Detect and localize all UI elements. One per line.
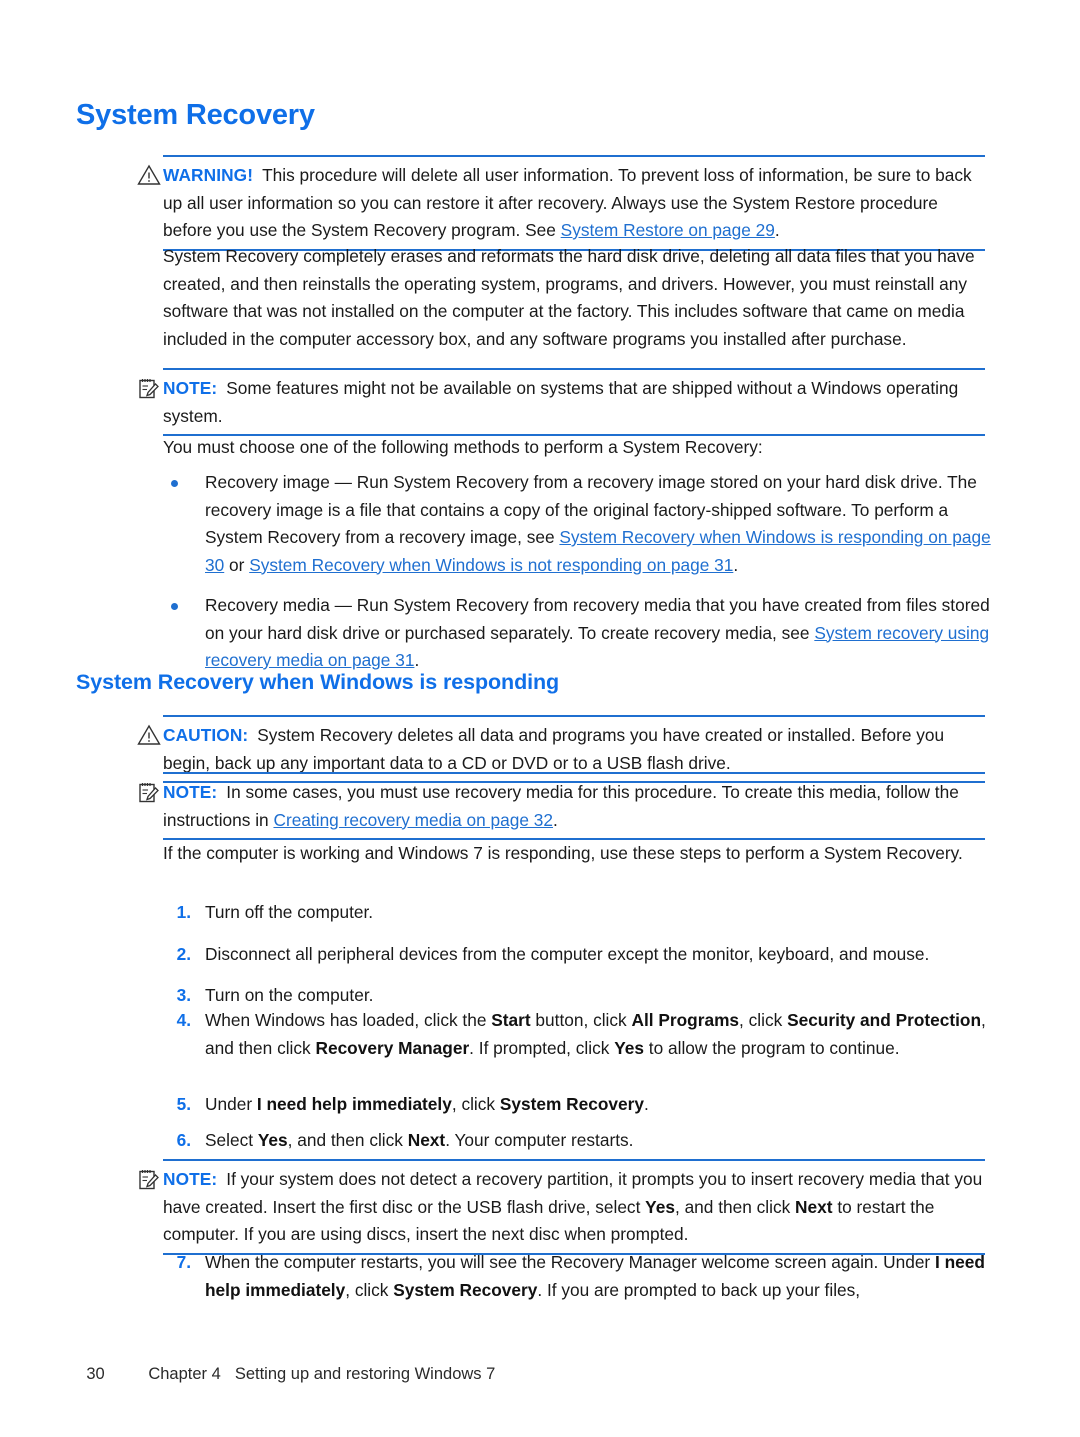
- step-number: 4.: [176, 1010, 191, 1030]
- step-7-p1: When the computer restarts, you will see…: [205, 1252, 935, 1272]
- warning-body: WARNING! This procedure will delete all u…: [163, 155, 985, 251]
- list-item: Recovery image — Run System Recovery fro…: [163, 469, 993, 579]
- step-6-p2: , and then click: [287, 1130, 408, 1150]
- note-label-1: NOTE:: [163, 378, 218, 398]
- bullet-2-text-3: .: [414, 650, 420, 670]
- footer-chapter-title: Setting up and restoring Windows 7: [234, 1365, 496, 1383]
- step-5-b2: System Recovery: [499, 1094, 644, 1114]
- step-number: 7.: [176, 1252, 191, 1272]
- warning-label: WARNING!: [163, 165, 254, 185]
- step-7-p2: , click: [345, 1279, 394, 1300]
- list-item: 4. When Windows has loaded, click the St…: [163, 1007, 993, 1062]
- list-item: 5. Under I need help immediately, click …: [163, 1091, 993, 1119]
- note-3-b1: Yes: [645, 1196, 675, 1217]
- step-5-p3: .: [643, 1094, 649, 1114]
- step-6-p1: Select: [205, 1130, 258, 1150]
- step-7-p3: . If you are prompted to back up your fi…: [537, 1279, 861, 1300]
- note-admonition-3: NOTE: If your system does not detect a re…: [137, 1159, 985, 1255]
- step-5-p1: Under: [205, 1094, 257, 1114]
- intro-paragraph: System Recovery completely erases and re…: [163, 246, 975, 349]
- footer-chapter: Chapter 4: [148, 1365, 221, 1383]
- step-4-p6: to allow the program to continue.: [644, 1037, 900, 1058]
- list-item: 2. Disconnect all peripheral devices fro…: [163, 941, 993, 969]
- list-item: 1. Turn off the computer.: [163, 899, 993, 927]
- list-item: Recovery media — Run System Recovery fro…: [163, 592, 993, 675]
- step-4-p2: button, click: [530, 1010, 632, 1030]
- list-item: 3. Turn on the computer.: [163, 982, 993, 1010]
- step-4-b5: Yes: [614, 1037, 644, 1058]
- step-4-p1: When Windows has loaded, click the: [205, 1010, 492, 1030]
- page-footer: 30 Chapter 4 Setting up and restoring Wind…: [68, 1346, 495, 1403]
- warning-text-tail: .: [774, 220, 780, 240]
- methods-lead-in: You must choose one of the following met…: [163, 437, 763, 457]
- note-text-2b: .: [553, 809, 558, 830]
- bullet-1-text-3: .: [733, 554, 739, 575]
- step-number: 3.: [176, 985, 191, 1005]
- caution-text: System Recovery deletes all data and pro…: [163, 725, 945, 773]
- step-text: Turn off the computer.: [205, 902, 374, 922]
- note-pad-icon: [137, 1167, 161, 1191]
- bullet-1-text-2: or: [224, 554, 250, 575]
- link-system-restore-page-29[interactable]: System Restore on page 29: [561, 220, 775, 240]
- step-text: Disconnect all peripheral devices from t…: [205, 943, 930, 964]
- note-body-1: NOTE: Some features might not be availabl…: [163, 368, 985, 436]
- caution-label: CAUTION:: [163, 725, 249, 745]
- step-6-p3: . Your computer restarts.: [445, 1130, 634, 1150]
- note-3-b2: Next: [795, 1196, 833, 1217]
- document-page: System Recovery WARNING! This procedure w…: [0, 0, 1080, 1437]
- step-4-b4: Recovery Manager: [315, 1037, 470, 1058]
- list-item: 6. Select Yes, and then click Next. Your…: [163, 1127, 993, 1155]
- step-4-p3: , click: [739, 1010, 788, 1030]
- step-4-p5: . If prompted, click: [469, 1037, 615, 1058]
- link-system-recovery-windows-not-responding-page-31[interactable]: System Recovery when Windows is not resp…: [249, 555, 733, 575]
- step-5-b1: I need help immediately: [256, 1094, 452, 1114]
- warning-triangle-icon: [137, 723, 161, 747]
- step-4-b1: Start: [491, 1010, 531, 1030]
- link-creating-recovery-media-page-32[interactable]: Creating recovery media on page 32: [273, 810, 553, 830]
- note-3-p2: , and then click: [674, 1196, 796, 1217]
- footer-page-number: 30: [86, 1365, 105, 1383]
- step-5-p2: , click: [451, 1094, 500, 1114]
- step-4-b2: All Programs: [631, 1010, 740, 1030]
- note-text-1: Some features might not be available on …: [163, 378, 959, 426]
- step-6-b1: Yes: [257, 1130, 288, 1150]
- note-pad-icon: [137, 780, 161, 804]
- note-admonition-2: NOTE: In some cases, you must use recover…: [137, 772, 985, 840]
- note-label-2: NOTE:: [163, 782, 218, 802]
- warning-triangle-icon: [137, 163, 161, 187]
- step-text: Turn on the computer.: [205, 985, 374, 1005]
- step-6-b2: Next: [407, 1130, 446, 1150]
- note-body-3: NOTE: If your system does not detect a re…: [163, 1159, 985, 1255]
- step-7-b2: System Recovery: [393, 1279, 538, 1300]
- note-label-3: NOTE:: [163, 1169, 218, 1189]
- step-number: 6.: [176, 1130, 191, 1150]
- list-item: 7. When the computer restarts, you will …: [163, 1249, 993, 1304]
- note-pad-icon: [137, 376, 161, 400]
- methods-bullet-list: Recovery image — Run System Recovery fro…: [163, 469, 993, 688]
- step-number: 5.: [176, 1094, 191, 1114]
- note-body-2: NOTE: In some cases, you must use recover…: [163, 772, 985, 840]
- step-4-b3: Security and Protection: [787, 1010, 982, 1030]
- recovery-step-4-wrapper: 4. When Windows has loaded, click the St…: [163, 1007, 993, 1076]
- step-number: 2.: [176, 943, 191, 964]
- bullet-dot-icon: [171, 480, 178, 487]
- recovery-steps-list-part1: 1. Turn off the computer. 2. Disconnect …: [163, 899, 993, 1024]
- page-title: System Recovery: [76, 99, 315, 131]
- step-number: 1.: [176, 902, 191, 922]
- note-admonition-1: NOTE: Some features might not be availabl…: [137, 368, 985, 436]
- recovery-step-7-wrapper: 7. When the computer restarts, you will …: [163, 1249, 993, 1318]
- warning-admonition: WARNING! This procedure will delete all u…: [137, 155, 985, 251]
- bullet-dot-icon: [171, 603, 178, 610]
- steps-lead-in: If the computer is working and Windows 7…: [163, 843, 963, 863]
- section-title: System Recovery when Windows is respondi…: [76, 670, 560, 694]
